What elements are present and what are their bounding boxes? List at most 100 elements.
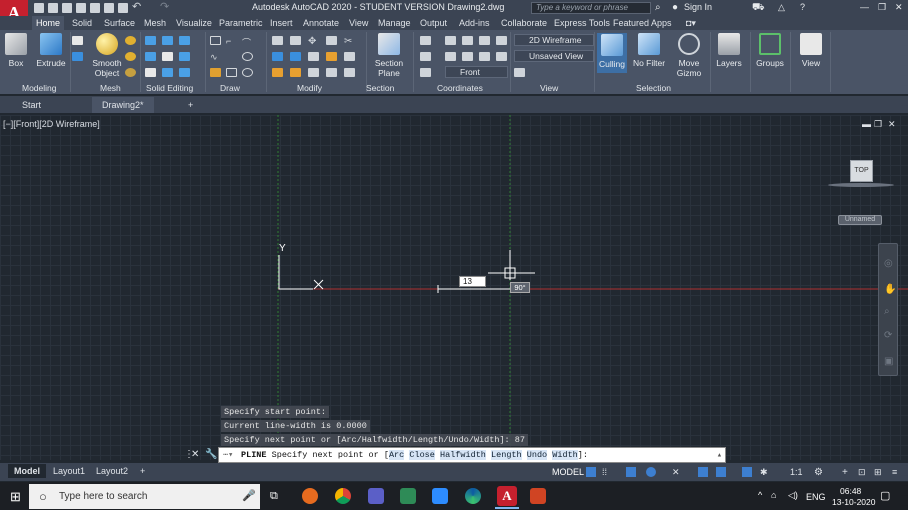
groups-button[interactable]: Groups — [754, 33, 786, 68]
option-arc[interactable]: Arc — [388, 450, 405, 460]
ucs-z-icon[interactable] — [496, 52, 507, 61]
named-view-dropdown[interactable]: Unsaved View — [514, 50, 594, 62]
wcs-menu[interactable]: Unnamed — [838, 215, 882, 225]
workspace-gear-icon[interactable]: ⚙ — [814, 467, 824, 478]
ucs-3point-icon[interactable] — [479, 52, 490, 61]
panel-label-coordinates[interactable]: Coordinates — [437, 83, 483, 93]
auto-scale-icon[interactable]: ✱ — [760, 467, 770, 477]
option-close[interactable]: Close — [409, 450, 435, 460]
app-icon[interactable] — [400, 488, 416, 504]
spline-icon[interactable]: ∿ — [210, 52, 221, 62]
annotation-visibility-icon[interactable] — [742, 467, 752, 477]
isodraft-icon[interactable]: ✕ — [672, 467, 682, 477]
notifications-icon[interactable]: ▢ — [880, 489, 890, 502]
command-line[interactable]: ⋯▾ PLINE Specify next point or [Arc Clos… — [218, 447, 726, 463]
fillet-icon[interactable] — [344, 52, 355, 61]
firefox-icon[interactable] — [302, 488, 318, 504]
taskbar-search-input[interactable]: Type here to search — [29, 484, 260, 509]
object-snap-icon[interactable] — [716, 467, 726, 477]
close-icon[interactable]: ✕ — [895, 2, 903, 13]
section-plane-button[interactable]: Section Plane — [372, 33, 406, 78]
viewcube-compass[interactable] — [828, 183, 894, 187]
fillet-edge-icon[interactable] — [145, 68, 156, 77]
copy-icon[interactable] — [308, 52, 319, 61]
taper-faces-icon[interactable] — [179, 68, 190, 77]
revolve-icon[interactable] — [72, 52, 83, 61]
show-hidden-icons[interactable]: ^ — [758, 490, 762, 500]
tab-add-ins[interactable]: Add-ins — [455, 16, 494, 30]
option-halfwidth[interactable]: Halfwidth — [440, 450, 486, 460]
steering-wheel-icon[interactable]: ◎ — [884, 258, 893, 269]
culling-button[interactable]: Culling — [597, 33, 627, 73]
undo-icon[interactable]: ↶ — [132, 0, 142, 13]
exchange-icon[interactable]: △ — [778, 2, 785, 13]
option-length[interactable]: Length — [491, 450, 522, 460]
language-indicator[interactable]: ENG — [806, 492, 826, 502]
clock-date[interactable]: 13-10-2020 — [832, 497, 875, 507]
new-tab-button[interactable]: + — [178, 97, 203, 113]
extrude-button[interactable]: Extrude — [35, 33, 67, 68]
panel-label-modify[interactable]: Modify — [297, 83, 322, 93]
zoom-extents-icon[interactable]: ⌕ — [884, 306, 890, 317]
mesh-crease-icon[interactable] — [125, 68, 136, 77]
save-icon[interactable] — [62, 3, 72, 13]
ortho-icon[interactable] — [626, 467, 636, 477]
tab-express-tools[interactable]: Express Tools — [550, 16, 614, 30]
annotation-scale[interactable]: 1:1 — [790, 467, 803, 477]
ucs-y-icon[interactable] — [496, 36, 507, 45]
panel-label-section[interactable]: Section — [366, 83, 394, 93]
ucs-object-icon[interactable] — [445, 52, 456, 61]
network-icon[interactable]: ⌂ — [771, 490, 776, 500]
object-snap-tracking-icon[interactable] — [698, 467, 708, 477]
pan-icon[interactable]: ✋ — [884, 284, 896, 295]
open-icon[interactable] — [48, 3, 58, 13]
teams-icon[interactable] — [368, 488, 384, 504]
file-tab-drawing2[interactable]: Drawing2* — [92, 97, 154, 113]
line-icon[interactable] — [210, 36, 221, 45]
task-view-icon[interactable]: ⧉ — [270, 490, 278, 503]
tab-surface[interactable]: Surface — [100, 16, 139, 30]
redo-icon[interactable]: ↷ — [160, 0, 170, 13]
new-icon[interactable] — [34, 3, 44, 13]
ucs-view-dropdown[interactable]: Front — [445, 66, 508, 78]
trim-icon[interactable]: ✂ — [344, 36, 355, 47]
smooth-object-button[interactable]: Smooth Object — [90, 33, 124, 78]
save-as-icon[interactable] — [76, 3, 86, 13]
orbit-icon[interactable]: ⟳ — [884, 330, 892, 341]
layout-tab-layout2[interactable]: Layout2 — [90, 464, 134, 478]
ucs-icon[interactable] — [420, 36, 431, 45]
ucs-origin-icon[interactable] — [462, 36, 473, 45]
extract-edges-icon[interactable] — [179, 52, 190, 61]
slice-icon[interactable] — [145, 52, 156, 61]
chrome-icon[interactable] — [335, 488, 351, 504]
panel-label-draw[interactable]: Draw — [220, 83, 240, 93]
tab-view[interactable]: View — [345, 16, 372, 30]
clean-screen-icon[interactable]: ⊞ — [874, 467, 884, 477]
move-gizmo-button[interactable]: Move Gizmo — [674, 33, 704, 78]
mesh-sphere-icon[interactable] — [125, 36, 136, 45]
arc-icon[interactable]: ⌒ — [242, 36, 253, 48]
mesh-refine-icon[interactable] — [125, 52, 136, 61]
panel-label-selection[interactable]: Selection — [636, 83, 671, 93]
binoculars-icon[interactable]: ⌕ — [655, 2, 661, 13]
model-space-button[interactable]: MODEL — [552, 467, 584, 477]
annotation-monitor-icon[interactable]: + — [842, 467, 852, 478]
panel-label-modeling[interactable]: Modeling — [22, 83, 57, 93]
tab-featured-apps[interactable]: Featured Apps — [609, 16, 676, 30]
separate-icon[interactable] — [162, 68, 173, 77]
command-close-icon[interactable]: ✕ — [191, 449, 199, 460]
panel-label-solid-editing[interactable]: Solid Editing — [146, 83, 193, 93]
powerpoint-icon[interactable] — [530, 488, 546, 504]
polar-icon[interactable] — [646, 467, 656, 477]
tab-home[interactable]: Home — [32, 16, 65, 30]
circle-icon[interactable] — [242, 52, 253, 61]
tab-manage[interactable]: Manage — [374, 16, 415, 30]
box-button[interactable]: Box — [4, 33, 28, 68]
tab-insert[interactable]: Insert — [266, 16, 297, 30]
move-icon[interactable]: ✥ — [308, 36, 319, 47]
ucs-face-icon[interactable] — [462, 52, 473, 61]
erase-icon[interactable] — [344, 68, 355, 77]
tab-parametric[interactable]: Parametric — [215, 16, 267, 30]
cart-icon[interactable]: ⛟ — [752, 2, 765, 15]
command-history-expand-icon[interactable]: ▴ — [717, 448, 722, 462]
